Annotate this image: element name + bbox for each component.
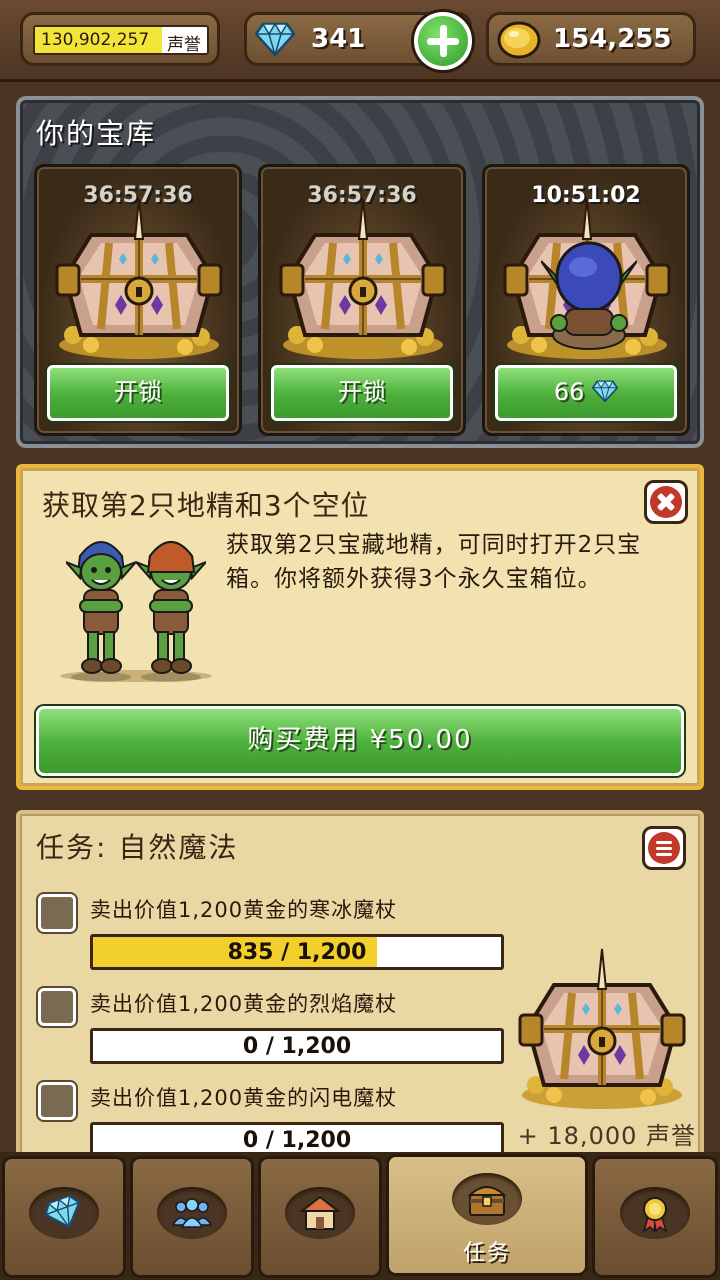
add-gems-button[interactable] <box>414 12 472 70</box>
menu-icon <box>648 832 680 864</box>
tab-people[interactable] <box>130 1156 254 1278</box>
quest-task-2: 卖出价值1,200黄金的烈焰魔杖 0 / 1,200 <box>36 982 506 1064</box>
bottom-navigation: 任务 <box>0 1152 720 1280</box>
gem-icon <box>255 21 295 57</box>
close-button[interactable] <box>644 480 688 524</box>
chest-slot-3[interactable]: 10:51:02 66 <box>482 164 690 436</box>
goblin-unlocking-icon <box>541 241 637 350</box>
shop-icon <box>299 1195 341 1230</box>
quest-reward: + 18,000 声誉 <box>517 1122 696 1150</box>
task-progress-bar: 835 / 1,200 <box>90 934 504 970</box>
tab-label: 任务 <box>462 1241 511 1266</box>
reputation-counter[interactable]: 130,902,257 声誉 <box>20 12 220 66</box>
vault-title: 你的宝库 <box>36 117 157 150</box>
tab-quests[interactable]: 任务 <box>386 1154 588 1276</box>
quest-task-1: 卖出价值1,200黄金的寒冰魔杖 835 / 1,200 <box>36 888 506 970</box>
offer-description: 获取第2只宝藏地精，可同时打开2只宝箱。你将额外获得3个永久宝箱位。 <box>226 532 642 592</box>
gem-unlock-cost: 66 <box>553 378 585 406</box>
tab-gems[interactable] <box>2 1156 126 1278</box>
gem-icon <box>43 1193 85 1233</box>
gem-icon <box>592 380 618 402</box>
medal-icon <box>642 1197 668 1233</box>
reputation-label: 声誉 <box>167 35 201 55</box>
close-icon <box>650 486 682 518</box>
tab-shop[interactable] <box>258 1156 382 1278</box>
task-progress-text: 835 / 1,200 <box>227 940 367 965</box>
task-progress-text: 0 / 1,200 <box>242 1128 352 1153</box>
unlock-button[interactable]: 开锁 <box>271 365 453 421</box>
task-checkbox[interactable] <box>38 894 76 932</box>
task-progress-text: 0 / 1,200 <box>242 1034 352 1059</box>
quest-title: 任务: 自然魔法 <box>36 831 239 864</box>
task-label: 卖出价值1,200黄金的烈焰魔杖 <box>90 992 398 1016</box>
buy-button[interactable]: 购买费用 ¥50.00 <box>36 706 684 776</box>
gold-counter[interactable]: 154,255 <box>486 12 696 66</box>
quest-task-3: 卖出价值1,200黄金的闪电魔杖 0 / 1,200 <box>36 1076 506 1158</box>
reward-chest-icon <box>514 944 690 1116</box>
vault-panel: 你的宝库 36:57:36 开锁 36:57:36 开锁 10:51:02 66 <box>16 96 704 448</box>
chest-icon <box>275 195 451 365</box>
quest-panel: 任务: 自然魔法 卖出价值1,200黄金的寒冰魔杖 835 / 1,200 卖出… <box>16 810 704 1160</box>
task-progress-bar: 0 / 1,200 <box>90 1028 504 1064</box>
task-label: 卖出价值1,200黄金的寒冰魔杖 <box>90 898 398 922</box>
task-label: 卖出价值1,200黄金的闪电魔杖 <box>90 1086 398 1110</box>
task-checkbox[interactable] <box>38 988 76 1026</box>
chest-icon <box>51 195 227 365</box>
tab-achievements[interactable] <box>592 1156 718 1278</box>
people-icon <box>171 1198 213 1228</box>
goblin-offer-panel: 获取第2只地精和3个空位 获取第2只宝藏地精，可同时打开2只宝箱。你将额外获得3… <box>16 464 704 790</box>
offer-title: 获取第2只地精和3个空位 <box>42 489 370 522</box>
goblins-icon <box>60 541 212 682</box>
quest-menu-button[interactable] <box>642 826 686 870</box>
reputation-progress-bar: 130,902,257 声誉 <box>33 25 209 55</box>
resource-bar: 130,902,257 声誉 341 154,255 <box>0 0 720 82</box>
gem-value: 341 <box>311 24 366 54</box>
chest-slot-2[interactable]: 36:57:36 开锁 <box>258 164 466 436</box>
unlock-button[interactable]: 开锁 <box>47 365 229 421</box>
gold-value: 154,255 <box>553 24 672 54</box>
gem-unlock-button[interactable]: 66 <box>495 365 677 421</box>
chest-slot-1[interactable]: 36:57:36 开锁 <box>34 164 242 436</box>
reputation-value: 130,902,257 <box>41 30 150 50</box>
gold-coin-icon <box>497 21 541 59</box>
task-checkbox[interactable] <box>38 1082 76 1120</box>
chest-icon <box>467 1186 507 1216</box>
